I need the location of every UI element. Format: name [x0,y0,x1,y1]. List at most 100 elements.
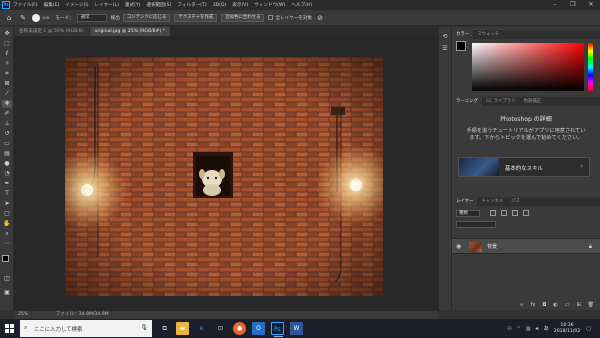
history-panel-icon[interactable]: ⟲ [440,33,450,41]
basic-skills-card[interactable]: 基本的なスキル › [458,157,590,177]
store-icon[interactable]: ⊡ [214,322,227,335]
network-icon[interactable]: ▥ [526,326,531,332]
volume-icon[interactable]: 🔊︎ [536,326,539,332]
windows-start-icon[interactable] [5,324,14,333]
menu-type[interactable]: 書式(Y) [125,2,141,8]
properties-panel-icon[interactable]: ☰ [440,45,450,53]
menu-file[interactable]: ファイル(F) [13,2,38,8]
menu-3d[interactable]: 3D(D) [213,3,227,8]
more-tools-icon[interactable]: ⋯ [2,240,12,248]
dodge-tool-icon[interactable]: ◔ [2,170,12,178]
task-view-icon[interactable]: ⧉ [158,322,171,335]
quick-select-tool-icon[interactable]: ✧ [2,60,12,68]
people-icon[interactable]: ⚇ [507,326,511,332]
document-image[interactable] [65,57,383,296]
filter-type-icon[interactable] [512,210,518,216]
close-button[interactable]: ✕ [582,0,600,10]
create-texture-button[interactable]: テクスチャを作成 [174,13,218,22]
filter-adjustment-icon[interactable] [501,210,507,216]
move-tool-icon[interactable]: ✥ [2,30,12,38]
outlook-icon[interactable]: O [252,322,265,335]
brush-tool-icon[interactable]: ✐ [2,110,12,118]
color-field[interactable] [472,43,584,91]
foreground-color-chip[interactable] [456,41,466,51]
blend-mode-select[interactable] [456,221,496,228]
shape-tool-icon[interactable]: ▢ [2,210,12,218]
tab-adjustments[interactable]: 色調補正 [519,97,545,106]
ime-icon[interactable]: あ [544,325,549,332]
visibility-eye-icon[interactable]: ◉ [456,243,461,250]
link-icon[interactable]: ∞ [519,302,523,308]
frame-tool-icon[interactable]: ⊠ [2,80,12,88]
tab-cc-libraries[interactable]: CC ライブラリ [482,97,519,106]
quick-mask-icon[interactable]: ◫ [2,275,12,283]
filter-shape-icon[interactable] [523,210,529,216]
hand-tool-icon[interactable]: ✋ [2,220,12,228]
menu-image[interactable]: イメージ(I) [65,2,88,8]
layer-name[interactable]: 背景 [487,243,497,250]
taskbar-search-box[interactable]: ⌕ ここに入力して検索 🎙︎ [20,320,152,337]
screen-mode-icon[interactable]: ▣ [2,289,12,297]
word-icon[interactable]: W [290,322,303,335]
proximity-match-button[interactable]: 近似色に合わせる [221,13,265,22]
marquee-tool-icon[interactable]: ⬚ [2,40,12,48]
pen-tool-icon[interactable]: ✒ [2,180,12,188]
zoom-tool-icon[interactable]: ⌕ [2,230,12,238]
tab-paths[interactable]: パス [507,197,524,206]
clone-stamp-tool-icon[interactable]: ⊥ [2,120,12,128]
path-select-tool-icon[interactable]: ➤ [2,200,12,208]
eraser-tool-icon[interactable]: ▭ [2,140,12,148]
tab-layers[interactable]: レイヤー [452,197,478,206]
menu-select[interactable]: 選択範囲(S) [147,2,172,8]
type-tool-icon[interactable]: T [2,190,12,198]
restore-button[interactable]: ❐ [564,0,582,10]
lasso-tool-icon[interactable]: ℓ [2,50,12,58]
crop-tool-icon[interactable]: ⌗ [2,70,12,78]
firefox-icon[interactable]: ● [233,322,246,335]
trash-icon[interactable]: 🗑︎ [588,302,594,308]
adjustment-icon[interactable]: ◐ [553,302,557,308]
eyedropper-tool-icon[interactable]: ⁄ [2,90,12,98]
menu-layer[interactable]: レイヤー(L) [95,2,119,8]
menu-help[interactable]: ヘルプ(H) [291,2,312,8]
menu-view[interactable]: 表示(V) [232,2,248,8]
layer-row-background[interactable]: ◉ 背景 🔒︎ [452,238,600,254]
tab-untitled[interactable]: 名称未設定 1 @ 50% (RGB/8) [14,27,90,36]
menu-filter[interactable]: フィルター(T) [177,2,206,8]
filter-pixel-icon[interactable] [490,210,496,216]
lock-icon[interactable]: 🔒︎ [589,243,592,251]
menu-edit[interactable]: 編集(E) [44,2,60,8]
tab-color[interactable]: カラー [452,30,474,39]
notifications-icon[interactable]: ▢ [586,326,591,332]
microphone-icon[interactable]: 🎙︎ [140,324,148,331]
chevron-up-icon[interactable]: ⌃ [517,326,521,332]
mode-select[interactable]: 通常 [76,13,107,22]
gradient-tool-icon[interactable]: ▤ [2,150,12,158]
pressure-icon[interactable]: ⊘ [315,13,325,23]
new-layer-icon[interactable]: ⊞ [576,302,580,308]
foreground-color-swatch[interactable] [2,255,9,262]
clock[interactable]: 16:36 2018/11/02 [554,323,580,335]
fx-icon[interactable]: fx [531,302,536,308]
brush-preview-icon[interactable] [32,13,40,22]
folder-icon[interactable]: ▭ [565,302,570,308]
photoshop-taskbar-icon[interactable]: Ps [271,322,284,337]
spot-healing-brush-icon[interactable]: ✎ [18,13,28,23]
mask-icon[interactable]: ◘ [542,302,546,308]
content-aware-button[interactable]: コンテンツに応じる [122,13,171,22]
edge-icon[interactable]: e [195,322,208,335]
tab-swatches[interactable]: スウォッチ [473,30,503,39]
tab-original[interactable]: original.jpg @ 25% (RGB/8#) * [89,27,171,36]
home-icon[interactable]: ⌂ [4,13,14,23]
file-explorer-icon[interactable]: ▬ [176,322,189,335]
tab-channels[interactable]: チャンネル [477,197,507,206]
zoom-level[interactable]: 25% [18,312,28,317]
hue-slider[interactable] [588,43,593,91]
blur-tool-icon[interactable]: ● [2,160,12,168]
menu-window[interactable]: ウィンドウ(W) [254,2,285,8]
history-brush-tool-icon[interactable]: ↺ [2,130,12,138]
tab-learn[interactable]: ラーニング [452,97,482,106]
brush-size-value[interactable]: 100 [42,15,49,20]
minimize-button[interactable]: – [546,0,564,10]
healing-brush-tool-icon[interactable]: ✚ [2,100,12,108]
